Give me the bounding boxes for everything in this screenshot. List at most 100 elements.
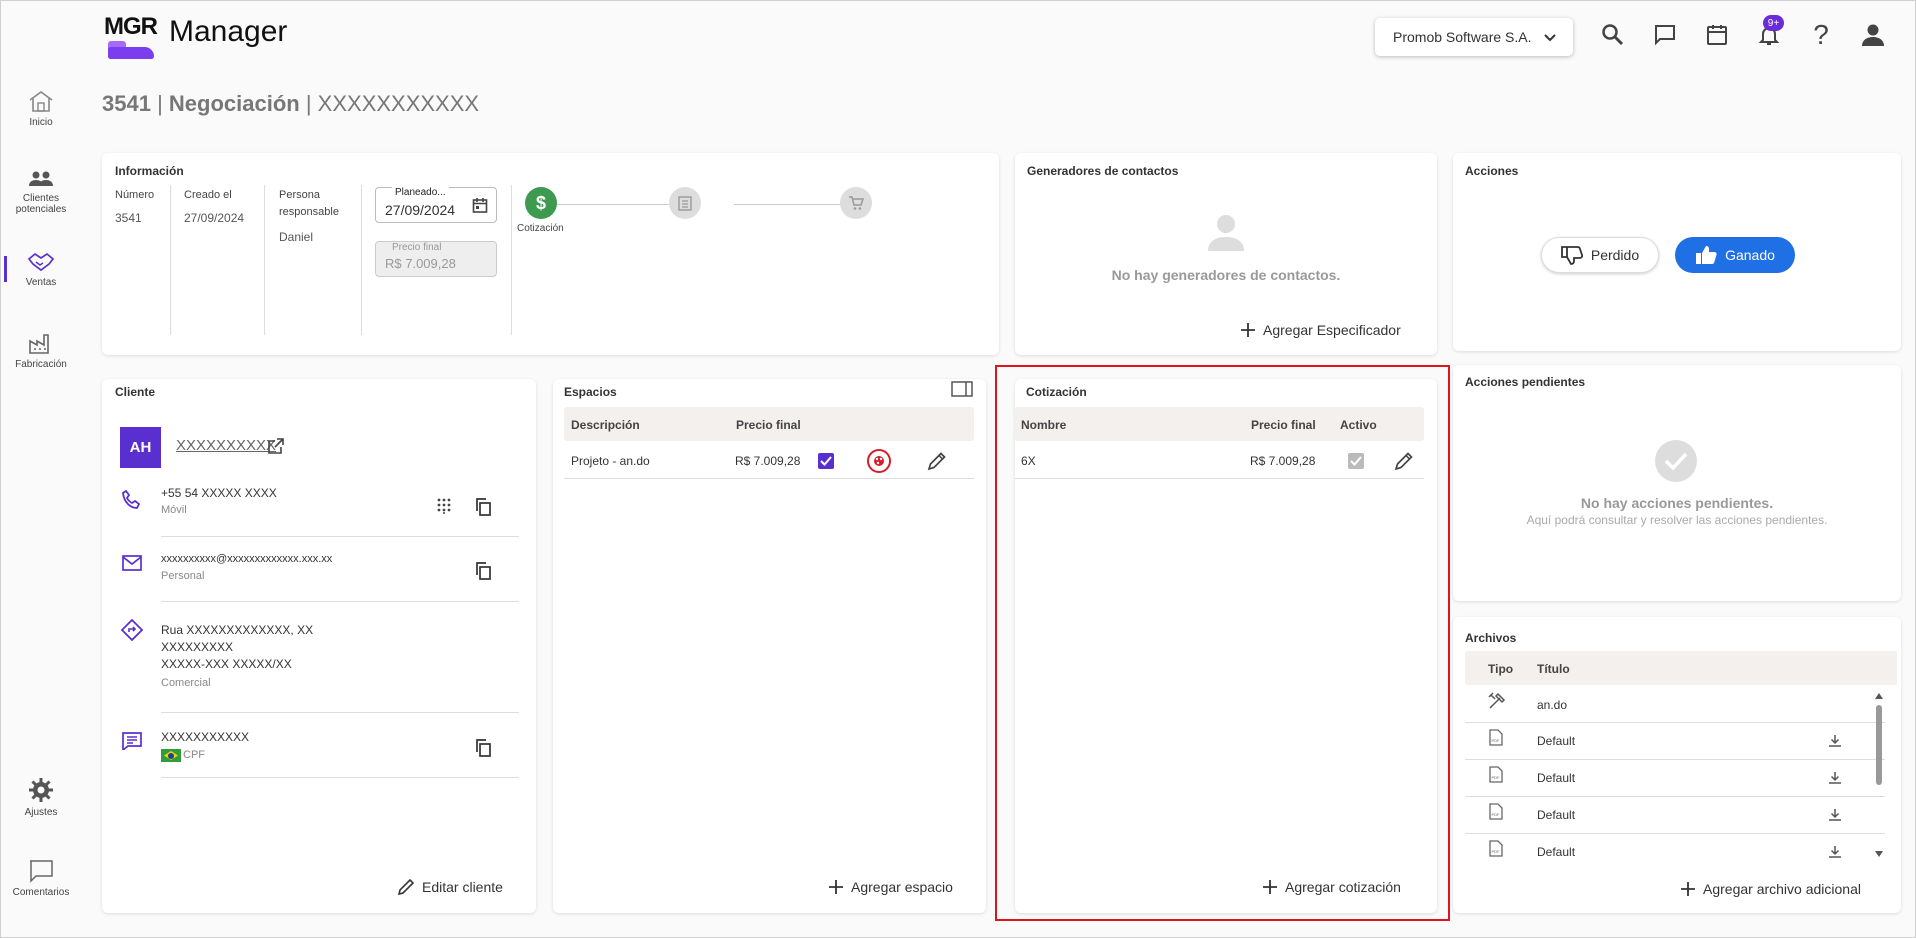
clipboard-icon[interactable] bbox=[669, 187, 701, 219]
app-name: Manager bbox=[169, 15, 288, 48]
external-link-icon[interactable] bbox=[268, 438, 284, 454]
file-title[interactable]: Default bbox=[1537, 845, 1575, 859]
client-name-link[interactable]: XXXXXXXXXX bbox=[176, 437, 276, 454]
informacion-card: Información Número 3541 Creado el 27/09/… bbox=[102, 153, 999, 355]
agregar-espacio-button[interactable]: Agregar espacio bbox=[829, 879, 953, 895]
top-bar: MGR Manager Promob Software S.A. 9+ ? bbox=[1, 1, 1915, 71]
file-title[interactable]: an.do bbox=[1537, 698, 1567, 712]
file-title[interactable]: Default bbox=[1537, 734, 1575, 748]
comment-icon bbox=[30, 860, 53, 883]
column-header: Título bbox=[1537, 662, 1570, 676]
acciones-card: Acciones Perdido Ganado bbox=[1453, 153, 1901, 351]
sidebar: Inicio Clientes potenciales Ventas Fabri… bbox=[1, 71, 81, 937]
card-title: Generadores de contactos bbox=[1027, 164, 1179, 178]
precio-final-field: Precio final R$ 7.009,28 bbox=[375, 241, 497, 277]
sidebar-item-ajustes[interactable]: Ajustes bbox=[1, 777, 81, 818]
numero-value: 3541 bbox=[115, 211, 142, 225]
numero-label: Número bbox=[115, 189, 155, 201]
download-icon[interactable] bbox=[1828, 845, 1842, 859]
email-value: xxxxxxxxxx@xxxxxxxxxxxxx.xxx.xx bbox=[161, 553, 333, 565]
download-icon[interactable] bbox=[1828, 808, 1842, 822]
pdf-icon: PDF bbox=[1489, 840, 1503, 857]
sidebar-label: Fabricación bbox=[15, 359, 67, 370]
planeado-date-field[interactable]: Planeado... 27/09/2024 bbox=[375, 187, 497, 223]
thumbs-up-icon bbox=[1696, 246, 1717, 264]
agregar-archivo-button[interactable]: Agregar archivo adicional bbox=[1681, 881, 1861, 897]
email-icon bbox=[122, 555, 142, 571]
document-type: CPF bbox=[183, 749, 205, 761]
svg-text:PDF: PDF bbox=[1492, 775, 1501, 780]
copy-icon[interactable] bbox=[475, 498, 491, 516]
plus-icon bbox=[829, 880, 843, 894]
email-type: Personal bbox=[161, 570, 205, 582]
agregar-especificador-button[interactable]: Agregar Especificador bbox=[1241, 322, 1401, 338]
copy-icon[interactable] bbox=[475, 739, 491, 757]
phone-icon bbox=[122, 490, 141, 509]
files-scrollbar[interactable] bbox=[1874, 693, 1884, 861]
espacios-card: Espacios Descripción Precio final Projet… bbox=[553, 379, 986, 913]
render-icon[interactable] bbox=[867, 449, 891, 473]
sidebar-item-inicio[interactable]: Inicio bbox=[1, 89, 81, 128]
ganado-button[interactable]: Ganado bbox=[1675, 237, 1795, 273]
sidebar-panel-icon[interactable] bbox=[951, 381, 973, 397]
generadores-card: Generadores de contactos No hay generado… bbox=[1015, 153, 1437, 355]
pencil-icon[interactable] bbox=[927, 451, 947, 471]
cart-icon[interactable] bbox=[840, 187, 872, 219]
chevron-down-icon bbox=[1544, 34, 1556, 42]
download-icon[interactable] bbox=[1828, 771, 1842, 785]
person-placeholder-icon bbox=[1208, 215, 1244, 251]
notification-badge: 9+ bbox=[1763, 15, 1784, 31]
creado-value: 27/09/2024 bbox=[184, 211, 245, 225]
pdf-icon: PDF bbox=[1489, 766, 1503, 783]
dialpad-icon[interactable] bbox=[437, 498, 451, 514]
search-icon[interactable] bbox=[1598, 20, 1628, 50]
address-line-1: Rua XXXXXXXXXXXXX, XX bbox=[161, 623, 314, 637]
card-title: Acciones bbox=[1465, 164, 1519, 178]
id-card-icon bbox=[122, 732, 142, 750]
copy-icon[interactable] bbox=[475, 562, 491, 580]
pdf-icon: PDF bbox=[1489, 803, 1503, 820]
empty-message: No hay generadores de contactos. bbox=[1111, 267, 1341, 283]
empty-title: No hay acciones pendientes. bbox=[1580, 495, 1774, 511]
directions-icon bbox=[121, 619, 143, 641]
creado-label: Creado el bbox=[184, 189, 232, 201]
highlight-box bbox=[995, 365, 1450, 921]
app-logo[interactable]: MGR bbox=[104, 13, 158, 59]
dollar-icon[interactable]: $ bbox=[525, 187, 557, 219]
gear-icon bbox=[29, 778, 53, 802]
address-line-3: XXXXX-XXX XXXXX/XX bbox=[161, 657, 292, 671]
company-select[interactable]: Promob Software S.A. bbox=[1375, 18, 1573, 56]
download-icon[interactable] bbox=[1828, 734, 1842, 748]
sidebar-item-ventas[interactable]: Ventas bbox=[1, 251, 81, 288]
sidebar-label: Ajustes bbox=[24, 807, 58, 818]
sidebar-item-clientes[interactable]: Clientes potenciales bbox=[1, 169, 81, 215]
chat-icon[interactable] bbox=[1650, 20, 1680, 50]
column-header: Tipo bbox=[1488, 662, 1514, 676]
address-line-2: XXXXXXXXX bbox=[161, 640, 234, 654]
file-title[interactable]: Default bbox=[1537, 771, 1575, 785]
svg-text:PDF: PDF bbox=[1492, 738, 1501, 743]
editar-cliente-button[interactable]: Editar cliente bbox=[398, 879, 503, 895]
step-label: Cotización bbox=[517, 223, 564, 234]
check-circle-icon bbox=[1655, 440, 1697, 482]
card-title: Acciones pendientes bbox=[1465, 375, 1586, 389]
perdido-button[interactable]: Perdido bbox=[1541, 237, 1659, 273]
help-icon[interactable]: ? bbox=[1806, 19, 1836, 50]
tools-icon bbox=[1488, 692, 1506, 709]
cliente-card: Cliente AH XXXXXXXXXX +55 54 XXXXX XXXX … bbox=[102, 379, 536, 913]
column-header: Precio final bbox=[736, 418, 801, 432]
calendar-icon[interactable] bbox=[1702, 20, 1732, 50]
sidebar-item-comentarios[interactable]: Comentarios bbox=[1, 859, 81, 898]
calendar-icon[interactable] bbox=[472, 197, 488, 213]
sidebar-item-fabricacion[interactable]: Fabricación bbox=[1, 331, 81, 370]
file-title[interactable]: Default bbox=[1537, 808, 1575, 822]
archivos-card: Archivos Tipo Título an.do PDF Default P… bbox=[1453, 617, 1901, 913]
active-indicator bbox=[4, 256, 7, 282]
user-icon[interactable] bbox=[1858, 20, 1888, 50]
card-title: Información bbox=[115, 164, 184, 178]
svg-text:PDF: PDF bbox=[1492, 849, 1501, 854]
espacio-checkbox[interactable] bbox=[818, 453, 834, 469]
sidebar-label: Ventas bbox=[25, 277, 57, 288]
factory-icon bbox=[29, 334, 49, 354]
persona-label: Persona bbox=[279, 189, 320, 201]
